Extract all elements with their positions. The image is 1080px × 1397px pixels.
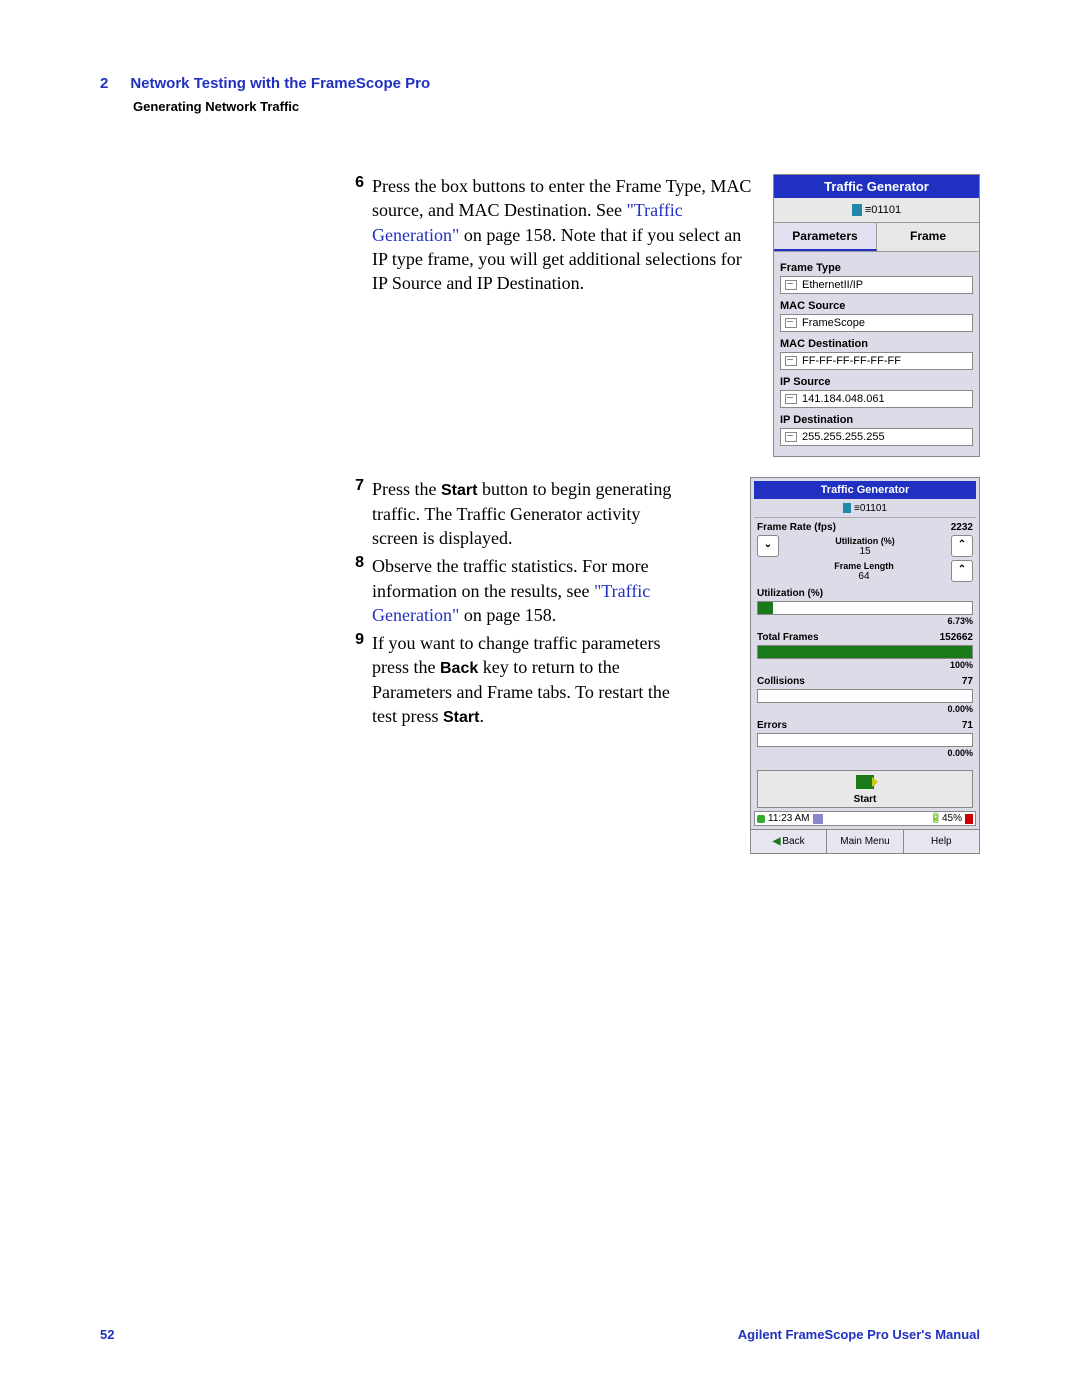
collisions-value: 77 — [962, 676, 973, 687]
device-screenshot-activity: Traffic Generator ≡01101 Frame Rate (fps… — [750, 477, 980, 854]
start-button-ref: Start — [441, 482, 477, 499]
mac-dest-label: MAC Destination — [780, 338, 973, 350]
back-key-ref: Back — [440, 660, 478, 677]
utilization-label: Utilization (%) — [757, 588, 823, 599]
ip-source-value: 141.184.048.061 — [802, 393, 885, 405]
step-9-number: 9 — [340, 631, 364, 729]
step-6-text-a: Press the box buttons to enter the Frame… — [372, 176, 751, 220]
mac-dest-value: FF-FF-FF-FF-FF-FF — [802, 355, 901, 367]
step-8-b: on page 158. — [459, 605, 556, 625]
step-9-text: If you want to change traffic parameters… — [372, 631, 680, 729]
manual-title: Agilent FrameScope Pro User's Manual — [738, 1327, 980, 1342]
frame-type-label: Frame Type — [780, 262, 973, 274]
start-icon — [856, 775, 874, 789]
help-button[interactable]: Help — [904, 830, 979, 853]
collisions-pct: 0.00% — [757, 704, 973, 714]
ip-dest-value: 255.255.255.255 — [802, 431, 885, 443]
tab-parameters[interactable]: Parameters — [774, 223, 877, 251]
step-6-block: 6 Press the box buttons to enter the Fra… — [340, 174, 753, 299]
page-footer: 52 Agilent FrameScope Pro User's Manual — [100, 1327, 980, 1342]
ip-dest-field[interactable]: 255.255.255.255 — [780, 428, 973, 446]
down-button[interactable]: ⌄ — [757, 535, 779, 557]
start-key-ref: Start — [443, 709, 479, 726]
collisions-bar — [757, 689, 973, 703]
utilization-bar — [757, 601, 973, 615]
page-number: 52 — [100, 1327, 114, 1342]
total-frames-value: 152662 — [940, 632, 973, 643]
page-header: 2 Network Testing with the FrameScope Pr… — [100, 75, 980, 114]
device1-subbar: ≡01101 — [774, 198, 979, 223]
device2-subbar: ≡01101 — [754, 499, 976, 518]
flen-ctrl-value: 64 — [858, 571, 869, 582]
errors-value: 71 — [962, 720, 973, 731]
status-battery: 45% — [942, 813, 962, 824]
ip-source-label: IP Source — [780, 376, 973, 388]
back-arrow-icon: ◀ — [773, 836, 781, 847]
errors-bar — [757, 733, 973, 747]
tab-frame[interactable]: Frame — [877, 223, 979, 251]
edit-icon — [784, 393, 798, 405]
errors-label: Errors — [757, 720, 787, 731]
status-bar: 11:23 AM 🔋 45% — [754, 811, 976, 826]
frame-type-field[interactable]: EthernetII/IP — [780, 276, 973, 294]
section-title: Generating Network Traffic — [133, 99, 980, 114]
back-button[interactable]: ◀Back — [751, 830, 827, 853]
edit-icon — [784, 431, 798, 443]
frame-rate-value: 2232 — [951, 522, 973, 533]
util-ctrl-label: Utilization (%) — [835, 536, 895, 546]
status-time: 11:23 AM — [768, 813, 810, 824]
bolt-icon — [965, 814, 973, 824]
up-button[interactable]: ⌃ — [951, 535, 973, 557]
edit-icon — [784, 279, 798, 291]
frame-rate-label: Frame Rate (fps) — [757, 522, 836, 533]
total-frames-bar — [757, 645, 973, 659]
up-button-2[interactable]: ⌃ — [951, 560, 973, 582]
mac-dest-field[interactable]: FF-FF-FF-FF-FF-FF — [780, 352, 973, 370]
total-frames-label: Total Frames — [757, 632, 819, 643]
status-led-icon — [757, 815, 765, 823]
edit-icon — [784, 355, 798, 367]
utilization-pct: 6.73% — [757, 616, 973, 626]
device1-title: Traffic Generator — [774, 175, 979, 198]
device2-title: Traffic Generator — [754, 481, 976, 499]
util-ctrl-value: 15 — [859, 546, 870, 557]
chapter-number: 2 — [100, 75, 108, 92]
main-menu-button[interactable]: Main Menu — [827, 830, 903, 853]
step-6-number: 6 — [340, 174, 364, 295]
start-button[interactable]: Start — [757, 770, 973, 808]
step-8-text: Observe the traffic statistics. For more… — [372, 554, 680, 627]
device1-subbar-text: ≡01101 — [865, 204, 901, 216]
mac-source-value: FrameScope — [802, 317, 865, 329]
total-frames-pct: 100% — [757, 660, 973, 670]
step-7-a: Press the — [372, 479, 441, 499]
step-7-text: Press the Start button to begin generati… — [372, 477, 680, 550]
mac-source-field[interactable]: FrameScope — [780, 314, 973, 332]
ip-source-field[interactable]: 141.184.048.061 — [780, 390, 973, 408]
mac-source-label: MAC Source — [780, 300, 973, 312]
connection-icon — [852, 204, 862, 216]
connection-icon — [843, 503, 851, 513]
collisions-label: Collisions — [757, 676, 805, 687]
edit-icon — [784, 317, 798, 329]
flen-ctrl-label: Frame Length — [834, 561, 894, 571]
chapter-title: Network Testing with the FrameScope Pro — [130, 75, 430, 92]
step-7-number: 7 — [340, 477, 364, 550]
doc-icon — [813, 814, 823, 824]
step-8-number: 8 — [340, 554, 364, 627]
device-screenshot-parameters: Traffic Generator ≡01101 Parameters Fram… — [773, 174, 980, 457]
ip-dest-label: IP Destination — [780, 414, 973, 426]
step-9-c: . — [479, 706, 484, 726]
errors-pct: 0.00% — [757, 748, 973, 758]
frame-type-value: EthernetII/IP — [802, 279, 863, 291]
step-6-text: Press the box buttons to enter the Frame… — [372, 174, 753, 295]
start-label: Start — [758, 794, 972, 805]
